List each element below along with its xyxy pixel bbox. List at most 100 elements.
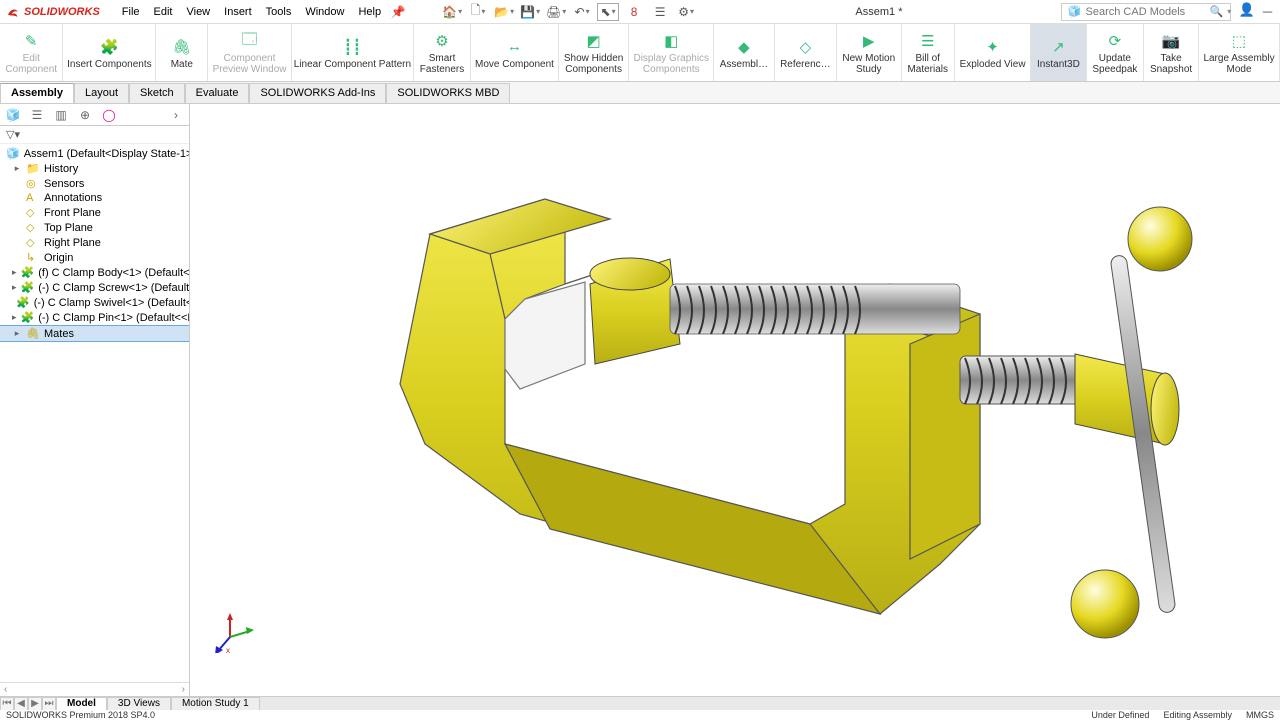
expand-icon[interactable]: ▸	[12, 312, 17, 323]
menu-bar: FileEditViewInsertToolsWindowHelp	[116, 4, 387, 20]
menu-view[interactable]: View	[180, 4, 216, 20]
tree-icon: ↳	[26, 251, 40, 264]
ribbon-assembl-[interactable]: ◆Assembl…	[714, 24, 774, 81]
menu-window[interactable]: Window	[299, 4, 350, 20]
search-box[interactable]: 🧊 🔍 ▾	[1061, 3, 1231, 21]
ribbon-icon: ┋┋	[341, 36, 363, 58]
tree-item[interactable]: ▸🧩(-) C Clamp Pin<1> (Default<<De	[0, 310, 189, 325]
tree-item[interactable]: ◎Sensors	[0, 176, 189, 191]
ribbon-icon: ◧	[660, 30, 682, 52]
expand-icon[interactable]: ▸	[12, 282, 17, 293]
minimize-icon[interactable]: －	[1261, 2, 1274, 21]
panel-expand-icon[interactable]: ›	[167, 106, 185, 124]
menu-tools[interactable]: Tools	[260, 4, 298, 20]
tree-item[interactable]: 🧩(-) C Clamp Swivel<1> (Default<	[0, 295, 189, 310]
view-triad[interactable]: x	[210, 613, 254, 656]
tree-item[interactable]: ▸📁History	[0, 161, 189, 176]
prev-tab-icon[interactable]: ◀	[14, 697, 28, 711]
ribbon-label: Exploded View	[960, 59, 1026, 70]
ribbon-referenc-[interactable]: ◇Referenc…	[775, 24, 837, 81]
ribbon-instant-d[interactable]: ↗Instant3D	[1031, 24, 1086, 81]
display-mgr-icon[interactable]: ◯	[100, 106, 118, 124]
open-icon[interactable]: 📂▾	[493, 3, 515, 21]
bottom-tab-motion-study-1[interactable]: Motion Study 1	[171, 697, 260, 711]
property-mgr-icon[interactable]: ☰	[28, 106, 46, 124]
ribbon-icon: ◆	[733, 36, 755, 58]
ribbon-label: Instant3D	[1037, 59, 1080, 70]
next-tab-icon[interactable]: ▶	[28, 697, 42, 711]
tree-item[interactable]: ◇Right Plane	[0, 235, 189, 250]
ribbon-icon: ✎	[20, 30, 42, 52]
tree-icon: ◇	[26, 236, 40, 249]
print-icon[interactable]: 🖨▾	[545, 3, 567, 21]
menu-help[interactable]: Help	[352, 4, 387, 20]
svg-text:x: x	[226, 646, 230, 653]
search-input[interactable]	[1086, 6, 1206, 18]
search-scope-icon[interactable]: 🧊	[1068, 5, 1082, 18]
bottom-tab-model[interactable]: Model	[56, 697, 107, 711]
select-icon[interactable]: ⬉▾	[597, 3, 619, 21]
filter-row[interactable]: ▽▾	[0, 126, 189, 144]
tree-item[interactable]: ▸🧩(f) C Clamp Body<1> (Default<<	[0, 265, 189, 280]
ribbon-label: Take Snapshot	[1150, 53, 1192, 75]
panel-scroll[interactable]: ‹›	[0, 682, 189, 696]
ribbon-smart-fasteners[interactable]: ⚙Smart Fasteners	[414, 24, 471, 81]
bottom-tab-3d-views[interactable]: 3D Views	[107, 697, 171, 711]
ribbon-take-snapshot[interactable]: 📷Take Snapshot	[1144, 24, 1199, 81]
user-icon[interactable]: 👤	[1239, 2, 1255, 21]
first-tab-icon[interactable]: ⏮	[0, 697, 14, 711]
ribbon-show-hidden-components[interactable]: ◩Show Hidden Components	[559, 24, 629, 81]
ribbon-linear-component-pattern[interactable]: ┋┋Linear Component Pattern	[292, 24, 414, 81]
settings-icon[interactable]: ⚙▾	[675, 3, 697, 21]
tree-root[interactable]: 🧊 Assem1 (Default<Display State-1>)	[0, 146, 189, 161]
menu-insert[interactable]: Insert	[218, 4, 258, 20]
save-icon[interactable]: 💾▾	[519, 3, 541, 21]
ribbon-new-motion-study[interactable]: ▶New Motion Study	[837, 24, 901, 81]
tab-solidworks-mbd[interactable]: SOLIDWORKS MBD	[386, 83, 510, 103]
ribbon-insert-components[interactable]: 🧩Insert Components	[63, 24, 156, 81]
search-icon[interactable]: 🔍	[1210, 5, 1224, 18]
tab-assembly[interactable]: Assembly	[0, 83, 74, 103]
ribbon-bill-of-materials[interactable]: ☰Bill of Materials	[902, 24, 955, 81]
tree-item[interactable]: AAnnotations	[0, 191, 189, 205]
status-units[interactable]: MMGS	[1246, 710, 1274, 720]
ribbon-label: Assembl…	[720, 59, 768, 70]
ribbon-label: New Motion Study	[842, 53, 895, 75]
new-icon[interactable]: 🗋▾	[467, 3, 489, 21]
ribbon-mate[interactable]: 🖇Mate	[156, 24, 208, 81]
ribbon-large-assembly-mode[interactable]: ⬚Large Assembly Mode	[1199, 24, 1280, 81]
tab-sketch[interactable]: Sketch	[129, 83, 185, 103]
expand-icon[interactable]: ▸	[12, 163, 22, 174]
rebuild-icon[interactable]: 8	[623, 3, 645, 21]
ribbon-label: Show Hidden Components	[564, 53, 623, 75]
home-icon[interactable]: 🏠▾	[441, 3, 463, 21]
ribbon-exploded-view[interactable]: ✦Exploded View	[955, 24, 1031, 81]
last-tab-icon[interactable]: ⏭	[42, 697, 56, 711]
tree-item[interactable]: ◇Top Plane	[0, 220, 189, 235]
ribbon-update-speedpak[interactable]: ⟳Update Speedpak	[1087, 24, 1144, 81]
tab-layout[interactable]: Layout	[74, 83, 129, 103]
tree-item[interactable]: ▸🧩(-) C Clamp Screw<1> (Default<	[0, 280, 189, 295]
options-icon[interactable]: ☰	[649, 3, 671, 21]
dimxpert-icon[interactable]: ⊕	[76, 106, 94, 124]
tree-item[interactable]: ◇Front Plane	[0, 205, 189, 220]
feature-tree-icon[interactable]: 🧊	[4, 106, 22, 124]
tree-item[interactable]: ▸🖇Mates	[0, 325, 189, 342]
feature-manager-panel: 🧊 ☰ ▥ ⊕ ◯ › ▽▾ 🧊 Assem1 (Default<Display…	[0, 104, 190, 696]
viewport[interactable]: x	[190, 104, 1280, 696]
tab-solidworks-add-ins[interactable]: SOLIDWORKS Add-Ins	[249, 83, 386, 103]
expand-icon[interactable]: ▸	[12, 328, 22, 339]
menu-edit[interactable]: Edit	[148, 4, 179, 20]
tab-evaluate[interactable]: Evaluate	[185, 83, 250, 103]
expand-icon[interactable]: ▸	[12, 267, 17, 278]
menu-file[interactable]: File	[116, 4, 146, 20]
tree-label: (-) C Clamp Pin<1> (Default<<De	[38, 312, 189, 324]
undo-icon[interactable]: ↶▾	[571, 3, 593, 21]
ribbon-move-component[interactable]: ↔Move Component	[471, 24, 559, 81]
logo-icon	[6, 5, 20, 19]
search-caret-icon[interactable]: ▾	[1227, 7, 1231, 16]
tree-item[interactable]: ↳Origin	[0, 250, 189, 265]
ribbon-icon: ☰	[917, 30, 939, 52]
config-mgr-icon[interactable]: ▥	[52, 106, 70, 124]
pin-icon[interactable]: 📌	[387, 3, 409, 21]
